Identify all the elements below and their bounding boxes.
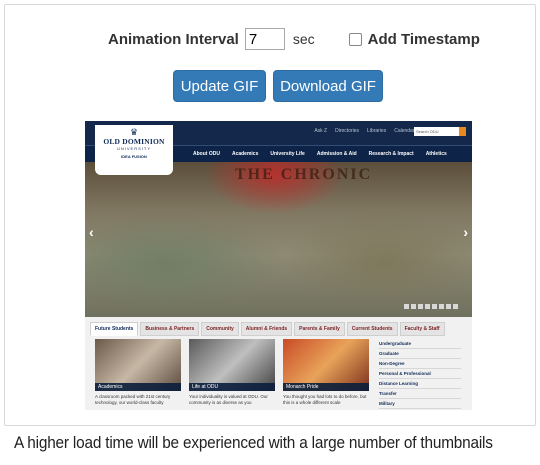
quick-link: Undergraduate [379, 339, 461, 349]
top-link: Directories [335, 128, 360, 134]
preview-lower-section: Future Students Business & Partners Comm… [85, 317, 472, 410]
tile-caption: Monarch Pride [283, 383, 369, 391]
search-icon [459, 127, 466, 136]
nav-item: Research & Impact [368, 151, 414, 157]
logo-name: OLD DOMINION [103, 137, 165, 146]
update-gif-button[interactable]: Update GIF [173, 70, 266, 102]
crown-icon: ♛ [129, 127, 139, 137]
feature-tile: Monarch Pride You thought you had lots t… [283, 339, 369, 406]
quick-links: Undergraduate Graduate Non-Degree Person… [379, 339, 461, 409]
tile-photo: Life at ODU [189, 339, 275, 391]
download-gif-button[interactable]: Download GIF [273, 70, 383, 102]
quick-link: Distance Learning [379, 379, 461, 389]
nav-item: Admission & Aid [316, 151, 357, 157]
tile-text: Your individuality is valued at ODU. Our… [189, 394, 268, 405]
quick-link: Transfer [379, 389, 461, 399]
timestamp-checkbox[interactable] [348, 32, 362, 46]
chevron-left-icon: ‹ [89, 224, 94, 240]
tile-photo: Academics [95, 339, 181, 391]
slider-dot [418, 304, 423, 309]
quick-link: Personal & Professional [379, 369, 461, 379]
timestamp-option[interactable]: Add Timestamp [348, 31, 480, 48]
gif-preview: Ask Z Directories Libraries Calendars Se… [85, 121, 472, 410]
chevron-right-icon: › [463, 224, 468, 240]
controls-row: Animation Interval sec Add Timestamp [108, 26, 480, 52]
preview-top-links: Ask Z Directories Libraries Calendars [314, 128, 417, 134]
nav-item: Athletics [425, 151, 447, 157]
tab-business-partners: Business & Partners [140, 322, 200, 336]
tab-current-students: Current Students [346, 322, 398, 336]
feature-tile: Life at ODU Your individuality is valued… [189, 339, 275, 406]
interval-label: Animation Interval [108, 30, 239, 48]
logo-tagline: IDEA FUSION [121, 154, 147, 159]
tile-text: A classroom packed with 21st century tec… [95, 394, 171, 405]
nav-item: Academics [231, 151, 259, 157]
hero-image: THE CHRONIC ‹ › [85, 162, 472, 317]
slider-dot [446, 304, 451, 309]
slider-dot [425, 304, 430, 309]
timestamp-label[interactable]: Add Timestamp [368, 31, 480, 48]
tile-text: You thought you had lots to do before, b… [283, 394, 367, 405]
tab-community: Community [201, 322, 239, 336]
quick-link: Military [379, 399, 461, 409]
nav-item: University Life [270, 151, 305, 157]
slider-dot [432, 304, 437, 309]
slider-dot [404, 304, 409, 309]
logo-sub: UNIVERSITY [116, 146, 151, 151]
slider-dot [439, 304, 444, 309]
tile-photo: Monarch Pride [283, 339, 369, 391]
hero-sign: THE CHRONIC [235, 166, 373, 183]
tile-caption: Life at ODU [189, 383, 275, 391]
top-link: Ask Z [314, 128, 328, 134]
top-link: Libraries [367, 128, 387, 134]
load-time-notice: A higher load time will be experienced w… [14, 434, 493, 452]
tile-caption: Academics [95, 383, 181, 391]
preview-search-field: Search ODU [414, 127, 462, 136]
tab-faculty-staff: Faculty & Staff [399, 322, 445, 336]
audience-tabs: Future Students Business & Partners Comm… [90, 322, 445, 336]
quick-link: Non-Degree [379, 359, 461, 369]
tab-future-students: Future Students [90, 322, 139, 336]
feature-tile: Academics A classroom packed with 21st c… [95, 339, 181, 406]
slider-dot [453, 304, 458, 309]
tab-parents-family: Parents & Family [294, 322, 345, 336]
feature-tiles: Academics A classroom packed with 21st c… [95, 339, 369, 406]
quick-link: Graduate [379, 349, 461, 359]
slider-dot [411, 304, 416, 309]
university-logo: ♛ OLD DOMINION UNIVERSITY IDEA FUSION [95, 125, 173, 175]
interval-input[interactable] [244, 28, 285, 50]
tab-alumni-friends: Alumni & Friends [240, 322, 293, 336]
slider-dots [404, 304, 458, 309]
nav-item: About ODU [193, 151, 220, 157]
interval-unit: sec [292, 31, 315, 47]
